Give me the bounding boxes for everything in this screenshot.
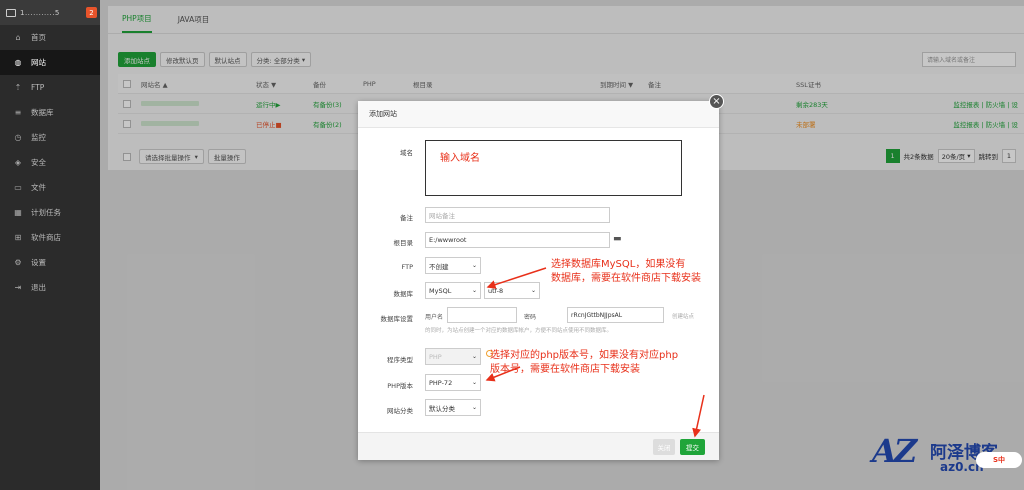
ime-toolbar[interactable]: S中 <box>976 452 1022 468</box>
arrow-to-php-version <box>485 366 521 382</box>
arrow-to-database <box>486 267 547 289</box>
arrow-to-submit <box>692 394 705 438</box>
ime-label: S中 <box>992 456 1006 464</box>
annotation-arrows <box>485 267 705 438</box>
az-logo: AZ <box>872 432 917 470</box>
